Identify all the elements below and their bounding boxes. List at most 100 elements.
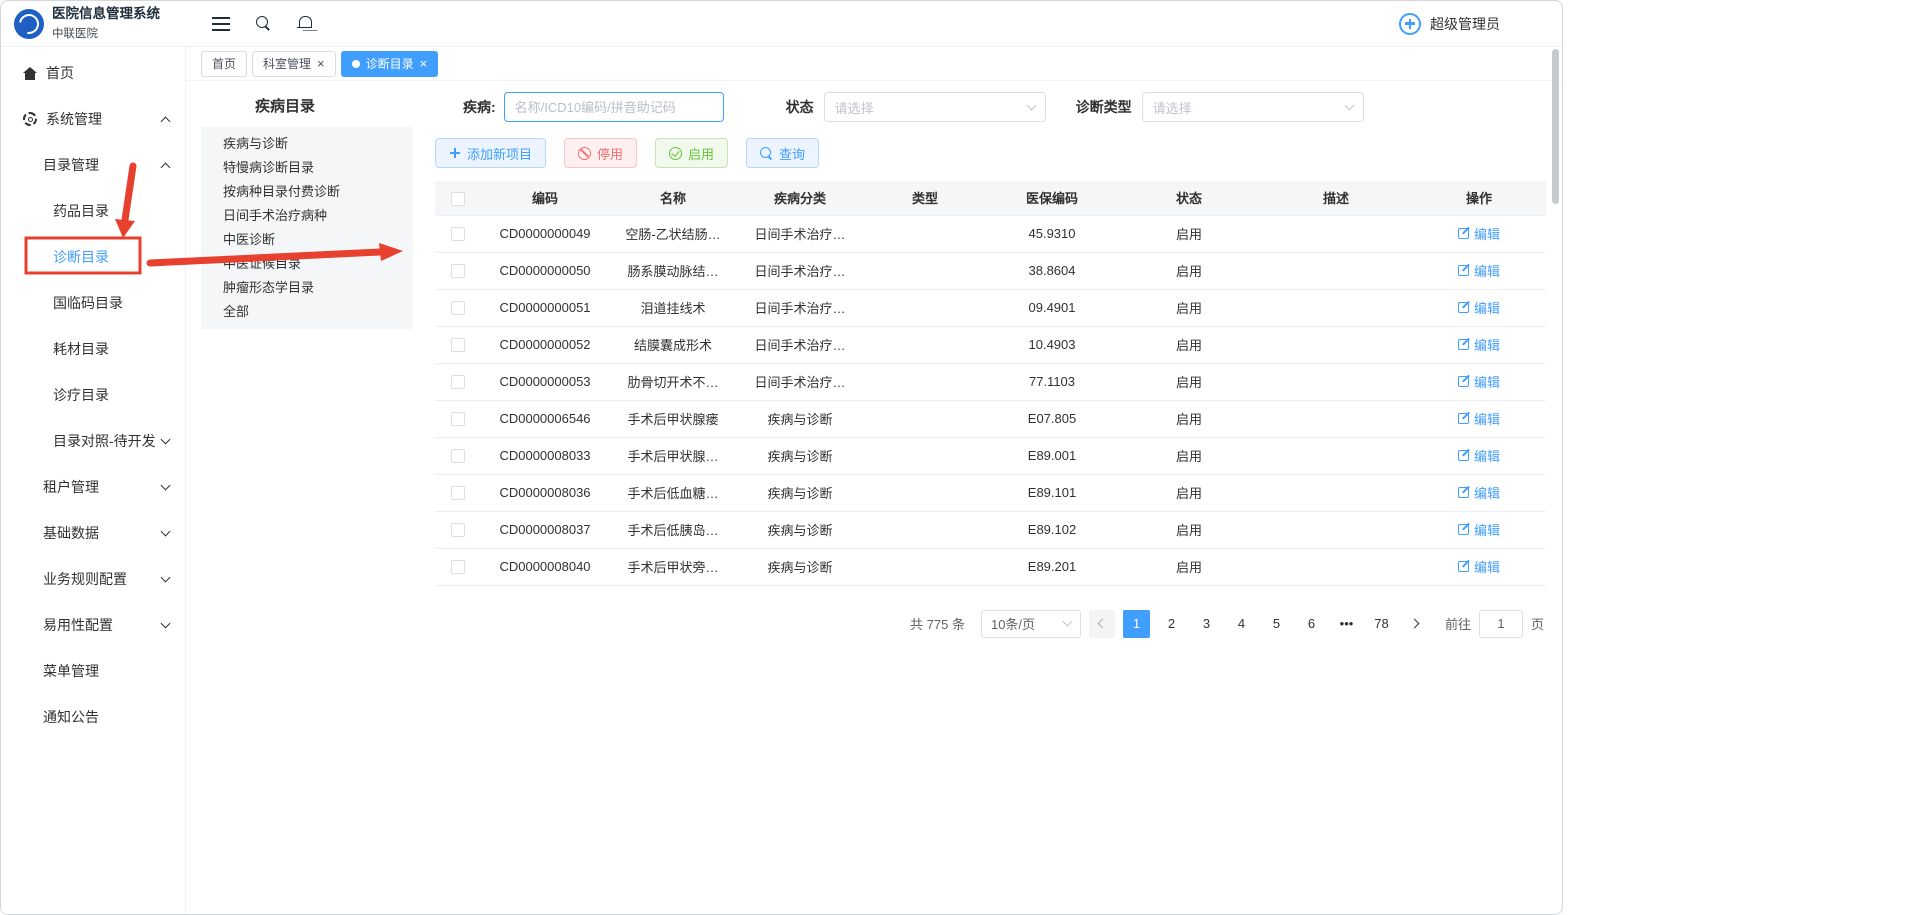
row-checkbox[interactable] (451, 264, 465, 278)
scrollbar[interactable] (1552, 49, 1560, 909)
status-select-value: 请选择 (835, 98, 874, 117)
diagnosis-type-select[interactable]: 请选择 (1142, 92, 1364, 122)
scrollbar-thumb[interactable] (1552, 49, 1559, 204)
edit-icon (1458, 413, 1469, 424)
sidebar-item[interactable]: 首页 (1, 50, 185, 96)
sidebar-item[interactable]: 药品目录 (1, 188, 185, 234)
tab-label: 诊断目录 (366, 55, 414, 72)
tab[interactable]: 科室管理 × (252, 51, 336, 77)
global-search-button[interactable] (256, 16, 271, 31)
table-row: CD0000000051 泪道挂线术 日间手术治疗… 09.4901 启用 (435, 289, 1546, 326)
catalog-item[interactable]: 全部 (201, 300, 413, 324)
cell-type (864, 252, 986, 289)
cell-insurance-code: 10.4903 (986, 326, 1118, 363)
page-number-button[interactable]: 78 (1368, 610, 1395, 638)
edit-icon (1458, 302, 1469, 313)
edit-button[interactable]: 编辑 (1458, 224, 1500, 243)
cell-name: 手术后甲状腺瘘 (610, 400, 736, 437)
row-checkbox[interactable] (451, 412, 465, 426)
row-checkbox[interactable] (451, 523, 465, 537)
row-checkbox[interactable] (451, 560, 465, 574)
sidebar-item[interactable]: 目录管理 (1, 142, 185, 188)
edit-button[interactable]: 编辑 (1458, 557, 1500, 576)
catalog-item[interactable]: 中医证候目录 (201, 252, 413, 276)
home-icon (23, 67, 37, 80)
notifications-button[interactable] (297, 16, 312, 32)
row-checkbox[interactable] (451, 338, 465, 352)
catalog-item[interactable]: 按病种目录付费诊断 (201, 180, 413, 204)
tab[interactable]: 诊断目录 × (341, 51, 439, 77)
disable-button[interactable]: 停用 (564, 138, 637, 168)
catalog-item[interactable]: 日间手术治疗病种 (201, 204, 413, 228)
catalog-item[interactable]: 肿瘤形态学目录 (201, 276, 413, 300)
edit-button[interactable]: 编辑 (1458, 335, 1500, 354)
row-checkbox[interactable] (451, 449, 465, 463)
page-number-button[interactable]: 5 (1263, 610, 1290, 638)
page-number-button[interactable]: 1 (1123, 610, 1150, 638)
sidebar-item[interactable]: 耗材目录 (1, 326, 185, 372)
sidebar-item[interactable]: 诊断目录 (1, 234, 185, 280)
catalog-item[interactable]: 中医诊断 (201, 228, 413, 252)
prev-page-button[interactable] (1089, 610, 1115, 638)
column-header-type: 类型 (864, 181, 986, 215)
cell-category: 疾病与诊断 (736, 400, 864, 437)
cell-category: 日间手术治疗… (736, 215, 864, 252)
sidebar-item[interactable]: 易用性配置 (1, 602, 185, 648)
sidebar-item[interactable]: 系统管理 (1, 96, 185, 142)
page-number-button[interactable]: 2 (1158, 610, 1185, 638)
page-number-button[interactable]: 4 (1228, 610, 1255, 638)
row-checkbox[interactable] (451, 301, 465, 315)
cell-code: CD0000000050 (480, 252, 610, 289)
sidebar-item[interactable]: 菜单管理 (1, 648, 185, 694)
sidebar-item[interactable]: 目录对照-待开发 (1, 418, 185, 464)
page-number-button[interactable]: 6 (1298, 610, 1325, 638)
edit-button[interactable]: 编辑 (1458, 483, 1500, 502)
cell-category: 日间手术治疗… (736, 289, 864, 326)
catalog-item[interactable]: 特慢病诊断目录 (201, 156, 413, 180)
edit-button[interactable]: 编辑 (1458, 409, 1500, 428)
cell-status: 启用 (1118, 511, 1260, 548)
sidebar-item[interactable]: 租户管理 (1, 464, 185, 510)
edit-button[interactable]: 编辑 (1458, 520, 1500, 539)
sidebar-item[interactable]: 业务规则配置 (1, 556, 185, 602)
sidebar-item[interactable]: 国临码目录 (1, 280, 185, 326)
disease-search-input[interactable] (504, 92, 724, 122)
collapse-sidebar-button[interactable] (212, 17, 230, 31)
tab-close-icon[interactable]: × (420, 57, 428, 70)
catalog-item[interactable]: 疾病与诊断 (201, 132, 413, 156)
cell-description (1260, 511, 1412, 548)
edit-button[interactable]: 编辑 (1458, 446, 1500, 465)
next-page-button[interactable] (1403, 610, 1429, 638)
enable-button[interactable]: 启用 (655, 138, 728, 168)
cell-code: CD0000008040 (480, 548, 610, 585)
row-checkbox[interactable] (451, 486, 465, 500)
chevron-down-icon (1063, 617, 1073, 627)
tab[interactable]: 首页 × (201, 51, 247, 77)
page-size-select[interactable]: 10条/页 (981, 610, 1081, 638)
query-button[interactable]: 查询 (746, 138, 819, 168)
tab-close-icon[interactable]: × (317, 57, 325, 70)
sidebar-item-label: 租户管理 (43, 477, 99, 497)
edit-button[interactable]: 编辑 (1458, 372, 1500, 391)
tab-label: 首页 (212, 55, 236, 72)
cell-type (864, 326, 986, 363)
select-all-checkbox[interactable] (451, 192, 465, 206)
edit-label: 编辑 (1474, 224, 1500, 243)
sidebar-item[interactable]: 诊疗目录 (1, 372, 185, 418)
sidebar: 首页 系统管理 目录管理 (1, 47, 186, 914)
user-menu[interactable]: 超级管理员 (1399, 13, 1562, 35)
cell-name: 空肠-乙状结肠… (610, 215, 736, 252)
table-row: CD0000000050 肠系膜动脉结… 日间手术治疗… 38.8604 启用 (435, 252, 1546, 289)
gear-icon (23, 112, 37, 126)
row-checkbox[interactable] (451, 375, 465, 389)
add-item-button[interactable]: 添加新项目 (435, 138, 546, 168)
edit-button[interactable]: 编辑 (1458, 298, 1500, 317)
status-select[interactable]: 请选择 (824, 92, 1046, 122)
edit-button[interactable]: 编辑 (1458, 261, 1500, 280)
sidebar-item[interactable]: 通知公告 (1, 694, 185, 740)
page-number-button[interactable]: 3 (1193, 610, 1220, 638)
page-number-button[interactable]: ••• (1333, 610, 1360, 638)
row-checkbox[interactable] (451, 227, 465, 241)
goto-page-input[interactable] (1479, 610, 1523, 638)
sidebar-item[interactable]: 基础数据 (1, 510, 185, 556)
